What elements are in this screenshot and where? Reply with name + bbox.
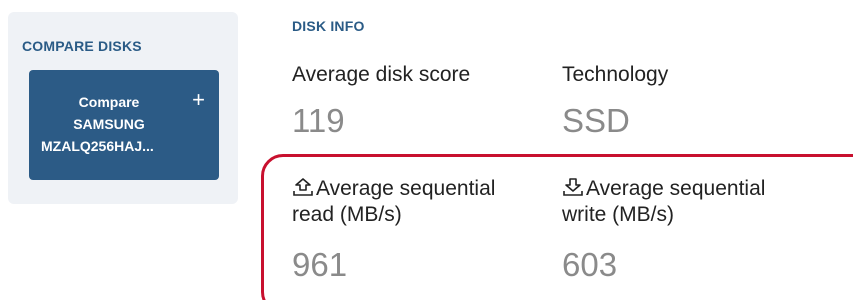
page: COMPARE DISKS Compare SAMSUNG MZALQ256HA…: [0, 0, 853, 300]
compare-button-label: Compare: [78, 94, 140, 110]
sequential-write-label-line2: write (MB/s): [562, 203, 674, 226]
sequential-write-label: Average sequential write (MB/s): [562, 176, 765, 228]
average-disk-score-label: Average disk score: [292, 63, 471, 86]
technology-value: SSD: [562, 102, 630, 139]
sequential-write-value: 603: [562, 246, 618, 283]
download-icon: [563, 178, 583, 196]
technology-label: Technology: [562, 63, 669, 86]
average-disk-score-value: 119: [292, 102, 345, 139]
sequential-read-value: 961: [292, 246, 348, 283]
sequential-read-label: Average sequential read (MB/s): [292, 176, 495, 228]
disk-info-title: DISK INFO: [292, 18, 365, 34]
upload-icon: [293, 178, 313, 196]
compare-disks-title: COMPARE DISKS: [22, 38, 142, 54]
sequential-read-label-line1: Average sequential: [316, 177, 496, 200]
plus-icon: +: [192, 87, 205, 112]
sequential-read-label-line2: read (MB/s): [292, 203, 402, 226]
compare-disk-button[interactable]: Compare SAMSUNG MZALQ256HAJ... +: [29, 70, 219, 180]
compare-disks-panel: COMPARE DISKS Compare SAMSUNG MZALQ256HA…: [8, 12, 238, 204]
compare-button-brand: SAMSUNG: [73, 116, 145, 132]
compare-button-model: MZALQ256HAJ...: [41, 138, 154, 154]
sequential-write-label-line1: Average sequential: [586, 177, 766, 200]
